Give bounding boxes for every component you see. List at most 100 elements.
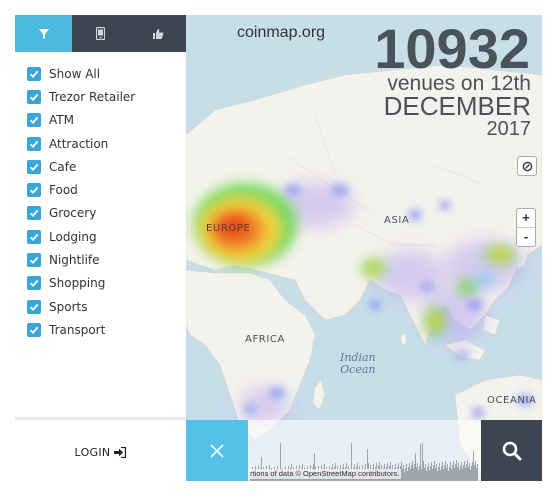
timeline-bar [442,462,443,481]
filter-checkbox[interactable] [27,183,41,198]
timeline-bar [413,468,414,481]
filter-item[interactable]: Shopping [27,272,186,295]
filter-checkbox[interactable] [27,136,41,151]
filter-label: Show All [49,66,101,81]
timeline-bar [455,464,456,481]
thumbs-up-icon [152,28,163,39]
filter-checkbox[interactable] [27,66,41,81]
timeline-bar [437,471,438,481]
tab-filters[interactable] [15,15,72,52]
filter-item[interactable]: Nightlife [27,248,186,271]
filter-checkbox[interactable] [27,113,41,128]
filter-checkbox[interactable] [27,229,41,244]
mobile-icon [96,27,105,40]
filter-checkbox[interactable] [27,159,41,174]
app-frame: coinmap.org 10932 venues on 12th DECEMBE… [15,15,542,481]
locate-icon [522,161,532,171]
check-icon [29,117,39,125]
timeline-bar [461,462,462,481]
timeline-bar [458,463,459,481]
map-attribution: rtions of data © OpenStreetMap contribut… [248,469,402,479]
timeline-bar [415,453,416,481]
timeline-bar [432,469,433,481]
timeline-bar [454,468,455,481]
filter-checkbox[interactable] [27,299,41,314]
timeline-bar [402,469,403,481]
filter-item[interactable]: Grocery [27,202,186,225]
timeline-bar [456,460,457,481]
timeline-bar [421,469,422,481]
timeline-bar [439,463,440,481]
timeline-bar [404,472,405,481]
filter-item[interactable]: ATM [27,109,186,132]
timeline-bar [469,463,470,481]
filter-item[interactable]: Trezor Retailer [27,85,186,108]
filter-checkbox[interactable] [27,276,41,291]
check-icon [29,256,39,265]
filter-label: Food [49,183,78,198]
check-icon [29,303,39,311]
timeline-bar [448,471,449,481]
check-icon [29,163,39,171]
filter-item[interactable]: Transport [27,318,186,341]
timeline-bar [446,468,447,481]
timeline-bar [412,461,413,481]
filter-checkbox[interactable] [27,206,41,221]
timeline-bar [445,461,446,481]
timeline-bar [416,467,417,481]
timeline-bar [449,467,450,481]
check-icon [29,233,39,241]
close-icon [210,443,224,458]
timeline-bar [438,467,439,481]
filter-label: ATM [49,113,74,128]
close-timeline-button[interactable] [186,420,248,481]
filter-item[interactable]: Cafe [27,155,186,178]
filter-item[interactable]: Sports [27,295,186,318]
timeline-bar [450,462,451,481]
login-button[interactable]: LOGIN [15,435,186,469]
timeline-bar [418,470,419,481]
label-oceania: OCEANIA [487,395,537,406]
timeline-bar [457,467,458,481]
timeline-bar [473,451,474,481]
timeline-bar [451,469,452,481]
tab-social[interactable] [129,15,186,52]
timeline-bar [403,465,404,481]
timeline-bar [420,444,421,481]
category-filter-list: Show All Trezor Retailer ATM Attraction Cafe… [15,52,186,342]
search-button[interactable] [481,420,542,481]
timeline-bar [409,463,410,481]
filter-label: Transport [49,322,106,337]
timeline-bar [422,443,423,481]
timeline-bar [431,462,432,481]
timeline-bar [472,462,473,481]
locate-button[interactable] [517,156,537,176]
timeline-bar [430,466,431,481]
check-icon [29,210,39,218]
timeline-bar [435,468,436,481]
timeline-bar [417,463,418,481]
label-asia: ASIA [384,215,410,226]
timeline-bar [411,465,412,481]
timeline-bar [453,461,454,481]
filter-label: Nightlife [49,253,100,268]
ocean-line-2: Ocean [340,363,376,376]
zoom-in-button[interactable]: + [517,209,535,228]
filter-item[interactable]: Show All [27,62,186,85]
timeline-bar [475,461,476,481]
filter-checkbox[interactable] [27,89,41,104]
filter-item[interactable]: Food [27,178,186,201]
filter-checkbox[interactable] [27,253,41,268]
tab-mobile-app[interactable] [72,15,129,52]
timeline-bar [444,465,445,481]
zoom-out-button[interactable]: - [517,228,535,246]
timeline-bar [460,466,461,481]
filter-checkbox[interactable] [27,322,41,337]
filter-item[interactable]: Lodging [27,225,186,248]
timeline-bar [441,466,442,481]
timeline-bar [419,466,420,481]
filter-item[interactable]: Attraction [27,132,186,155]
label-indian-ocean: Indian Ocean [340,352,376,376]
timeline-bar [468,467,469,481]
timeline-bar [424,468,425,481]
